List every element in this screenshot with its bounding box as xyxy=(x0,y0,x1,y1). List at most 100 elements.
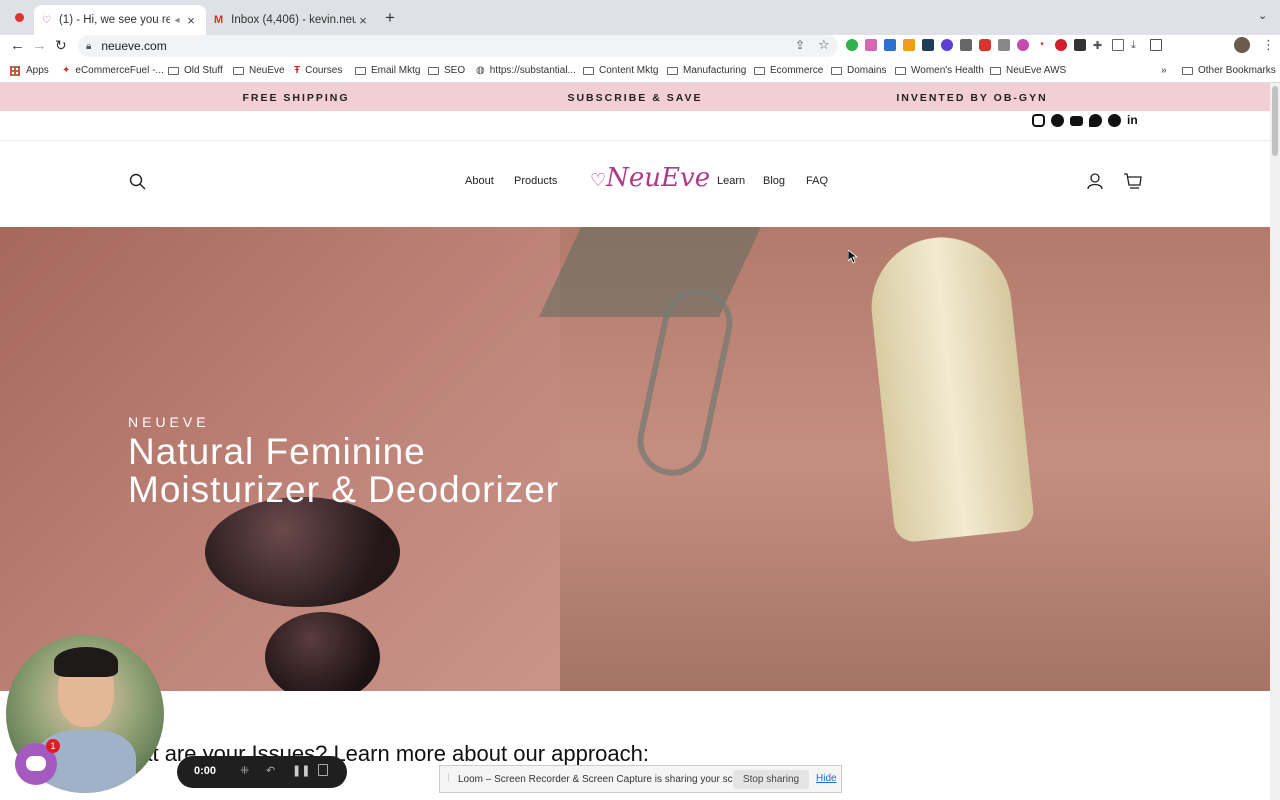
announcement-subscribe[interactable]: SUBSCRIBE & SAVE xyxy=(567,92,702,104)
bookmark-folder[interactable]: Domains xyxy=(831,65,886,76)
record-indicator-icon xyxy=(15,13,24,22)
folder-icon xyxy=(895,66,906,75)
cast-icon[interactable] xyxy=(1112,39,1124,51)
nav-products[interactable]: Products xyxy=(514,175,557,187)
bookmark-folder[interactable]: Ecommerce xyxy=(754,65,823,76)
trash-icon[interactable] xyxy=(318,764,328,776)
extension-icon[interactable] xyxy=(941,39,953,51)
bookmark-apps[interactable]: Apps xyxy=(10,65,49,76)
bookmarks-overflow-button[interactable]: » xyxy=(1161,65,1167,76)
audio-icon[interactable]: ◂ xyxy=(170,15,184,26)
announcement-free-shipping[interactable]: FREE SHIPPING xyxy=(242,92,349,104)
bookmark-folder[interactable]: Old Stuff xyxy=(168,65,223,76)
forward-icon[interactable]: → xyxy=(32,37,47,54)
folder-icon xyxy=(355,66,366,75)
page-scrollbar[interactable] xyxy=(1270,83,1280,800)
bookmark-folder[interactable]: Email Mktg xyxy=(355,65,420,76)
bookmark-label: NeuEve AWS xyxy=(1006,65,1067,76)
extension-icon[interactable] xyxy=(960,39,972,51)
bookmark-folder[interactable]: Content Mktg xyxy=(583,65,658,76)
extension-icon[interactable] xyxy=(865,39,877,51)
extension-icon[interactable]: • xyxy=(1036,39,1048,51)
bookmark-folder[interactable]: Women's Health xyxy=(895,65,984,76)
reload-icon[interactable]: ↻ xyxy=(55,37,67,54)
bookmark-ecommercefuel[interactable]: ✦ eCommerceFuel -... xyxy=(62,65,164,76)
side-panel-icon[interactable] xyxy=(1150,39,1162,51)
extension-icon[interactable] xyxy=(998,39,1010,51)
recording-timer: 0:00 xyxy=(194,765,217,777)
menu-kebab-icon[interactable]: ⋮ xyxy=(1262,37,1275,53)
bookmark-folder[interactable]: NeuEve AWS xyxy=(990,65,1066,76)
extension-icon[interactable] xyxy=(884,39,896,51)
cart-icon[interactable] xyxy=(1123,172,1142,190)
folder-icon xyxy=(428,66,439,75)
pinterest-extension-icon[interactable] xyxy=(1055,39,1067,51)
tab-gmail[interactable]: M Inbox (4,406) - kevin.neueve@ × xyxy=(206,5,378,35)
bookmark-courses[interactable]: Ŧ Courses xyxy=(294,65,342,76)
nav-about[interactable]: About xyxy=(465,175,494,187)
address-bar[interactable]: 🔒︎ neueve.com xyxy=(78,35,838,57)
extension-icon[interactable] xyxy=(846,39,858,51)
site-logo[interactable]: ♡NeuEve xyxy=(590,163,710,193)
folder-icon xyxy=(1182,66,1193,75)
announcement-obgyn[interactable]: INVENTED BY OB-GYN xyxy=(896,92,1047,104)
close-tab-icon[interactable]: × xyxy=(356,13,370,28)
drawing-grid-icon[interactable]: ⁜ xyxy=(240,764,249,777)
extension-icon[interactable] xyxy=(922,39,934,51)
nav-learn[interactable]: Learn xyxy=(717,175,745,187)
bookmark-folder[interactable]: SEO xyxy=(428,65,465,76)
drag-handle-icon[interactable]: ⁞ xyxy=(447,773,450,784)
close-tab-icon[interactable]: × xyxy=(184,13,198,28)
nav-blog[interactable]: Blog xyxy=(763,175,785,187)
account-icon[interactable] xyxy=(1087,173,1103,190)
chat-bubble-icon xyxy=(26,756,46,771)
bookmark-label: Other Bookmarks xyxy=(1198,65,1276,76)
tab-search-chevron-icon[interactable]: ⌄ xyxy=(1258,9,1267,22)
bookmark-folder[interactable]: Manufacturing xyxy=(667,65,746,76)
tab-title: Inbox (4,406) - kevin.neueve@ xyxy=(231,14,356,26)
twitter-icon[interactable] xyxy=(1089,114,1102,127)
tab-neueve[interactable]: ♡ (1) - Hi, we see you recent ◂ × xyxy=(34,5,206,35)
loom-control-bar: 0:00 ⁜ ↶ ❚❚ xyxy=(177,756,347,788)
new-tab-button[interactable]: + xyxy=(385,8,395,28)
hero-title-line: Natural Feminine xyxy=(128,431,426,472)
browser-toolbar: ← → ↻ 🔒︎ neueve.com ⇪ ☆ • ✚ ⤓ ⋮ xyxy=(0,35,1280,61)
bookmark-link[interactable]: ◍ https://substantial... xyxy=(476,65,576,76)
bookmark-folder[interactable]: NeuEve xyxy=(233,65,285,76)
apps-grid-icon xyxy=(10,65,20,76)
bookmarks-bar: Apps ✦ eCommerceFuel -... Old Stuff NeuE… xyxy=(0,61,1280,83)
bookmark-label: https://substantial... xyxy=(489,65,576,76)
extension-icon[interactable] xyxy=(1074,39,1086,51)
youtube-icon[interactable] xyxy=(1070,116,1083,126)
folder-icon xyxy=(233,66,244,75)
bookmark-favicon-icon: ✦ xyxy=(62,65,71,76)
bookmark-star-icon[interactable]: ☆ xyxy=(818,37,830,53)
linkedin-icon[interactable]: in xyxy=(1127,114,1138,127)
share-icon[interactable]: ⇪ xyxy=(795,38,805,52)
scrollbar-thumb[interactable] xyxy=(1272,86,1278,156)
undo-icon[interactable]: ↶ xyxy=(266,764,275,777)
profile-avatar[interactable] xyxy=(1234,37,1250,53)
puzzle-icon[interactable]: ✚ xyxy=(1093,39,1105,52)
other-bookmarks[interactable]: Other Bookmarks xyxy=(1182,65,1276,76)
instagram-icon[interactable] xyxy=(1032,114,1045,127)
chat-notification-badge: 1 xyxy=(46,739,60,753)
share-message: Loom – Screen Recorder & Screen Capture … xyxy=(458,774,756,785)
stop-sharing-button[interactable]: Stop sharing xyxy=(733,770,809,789)
pause-icon[interactable]: ❚❚ xyxy=(292,764,310,777)
bookmark-label: Old Stuff xyxy=(184,65,223,76)
back-icon[interactable]: ← xyxy=(10,37,25,54)
bookmark-label: Women's Health xyxy=(911,65,984,76)
download-icon[interactable]: ⤓ xyxy=(1131,39,1143,51)
bookmark-favicon-icon: Ŧ xyxy=(294,65,301,76)
hide-button[interactable]: Hide xyxy=(816,773,837,784)
tab-strip: ♡ (1) - Hi, we see you recent ◂ × M Inbo… xyxy=(0,0,1280,35)
facebook-icon[interactable] xyxy=(1051,114,1064,127)
url-text: neueve.com xyxy=(101,39,167,53)
pinterest-icon[interactable] xyxy=(1108,114,1121,127)
extension-icon[interactable] xyxy=(1017,39,1029,51)
shield-extension-icon[interactable] xyxy=(979,39,991,51)
nav-faq[interactable]: FAQ xyxy=(806,175,828,187)
amazon-extension-icon[interactable] xyxy=(903,39,915,51)
search-icon[interactable] xyxy=(129,173,146,190)
